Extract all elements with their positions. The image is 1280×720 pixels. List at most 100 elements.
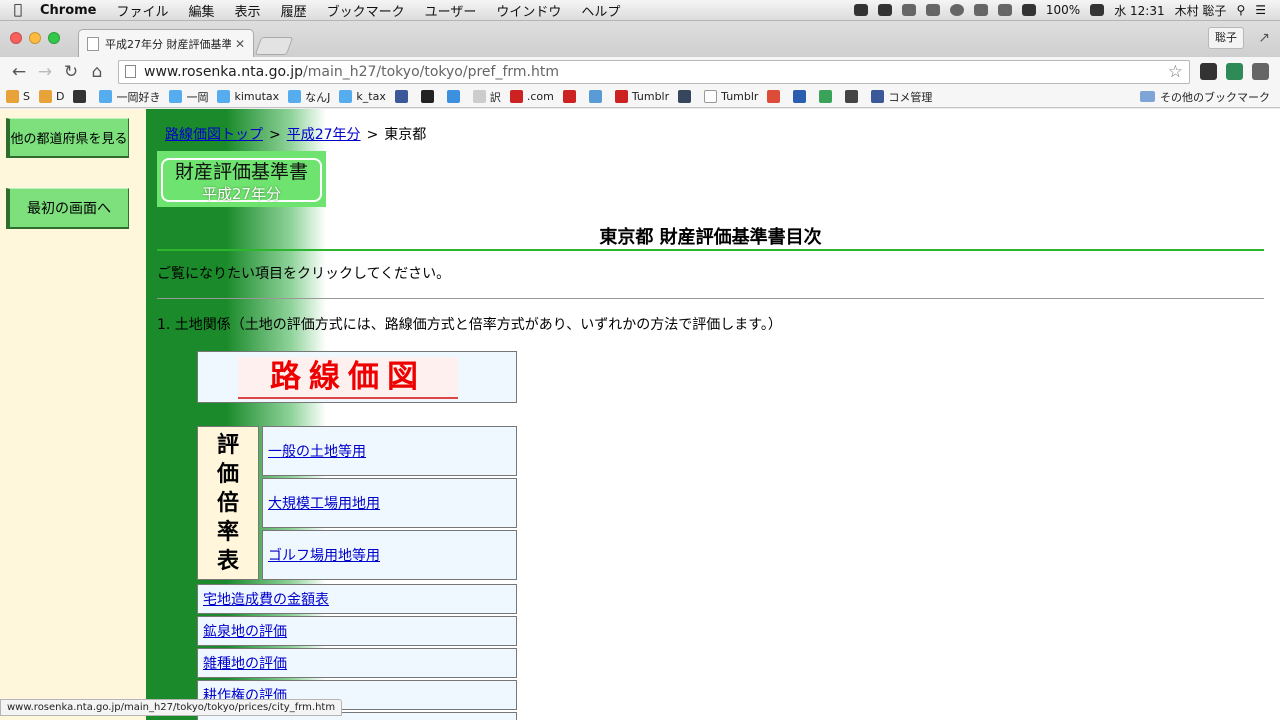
bookmark-star-icon[interactable]: ☆ xyxy=(1168,62,1183,82)
close-tab-icon[interactable]: ✕ xyxy=(235,37,245,51)
bookmark-item[interactable] xyxy=(420,90,438,103)
rate-label-char: 価 xyxy=(216,461,239,487)
rate-table-large-factory-link[interactable]: 大規模工場用地用 xyxy=(268,493,380,513)
logo-year: 平成27年分 xyxy=(201,185,282,203)
menu-edit[interactable]: 編集 xyxy=(179,1,225,20)
extension-icons xyxy=(1200,63,1269,80)
bookmark-item[interactable]: なんJ xyxy=(288,89,330,105)
minimize-window-button[interactable] xyxy=(29,32,41,44)
page-content: 他の都道府県を見る 最初の画面へ 路線価図トップ > 平成27年分 > 東京都 財産評価… xyxy=(0,109,1280,720)
bookmark-item[interactable] xyxy=(793,90,810,103)
rate-table-general-land-link[interactable]: 一般の土地等用 xyxy=(268,441,366,461)
rate-table-golf-course-link[interactable]: ゴルフ場用地等用 xyxy=(268,545,380,565)
menubar-clock[interactable]: 水 12:31 xyxy=(1114,2,1164,19)
rosenka-map-button[interactable]: 路線価図 xyxy=(238,357,458,399)
forward-arrow-icon[interactable]: → xyxy=(32,62,58,82)
chrome-tabstrip: 平成27年分 財産評価基準書 ✕ 聡子 ↗ xyxy=(0,21,1280,57)
first-screen-button[interactable]: 最初の画面へ xyxy=(6,188,129,229)
volume-icon[interactable] xyxy=(997,4,1012,16)
bookmark-item[interactable] xyxy=(819,90,836,103)
other-bookmarks-folder[interactable]: その他のブックマーク xyxy=(1140,89,1270,105)
breadcrumb-year-link[interactable]: 平成27年分 xyxy=(287,127,361,143)
divider xyxy=(157,298,1264,299)
folder-icon xyxy=(1140,91,1155,102)
bookmark-item[interactable] xyxy=(562,90,580,103)
bookmark-favicon-icon xyxy=(99,90,113,103)
new-tab-button[interactable] xyxy=(254,37,294,55)
bookmark-item[interactable]: D xyxy=(38,90,64,103)
land-development-cost-link[interactable]: 宅地造成費の金額表 xyxy=(203,589,329,609)
rate-label-char: 率 xyxy=(216,519,239,545)
mineral-spring-land-link[interactable]: 鉱泉地の評価 xyxy=(203,621,287,641)
shield-icon[interactable] xyxy=(901,4,916,16)
zoom-window-button[interactable] xyxy=(48,32,60,44)
menu-help[interactable]: ヘルプ xyxy=(571,1,630,20)
bluetooth-icon[interactable] xyxy=(925,4,940,16)
bookmark-favicon-icon xyxy=(678,90,692,103)
bookmark-item[interactable]: Tumblr xyxy=(614,90,669,103)
menu-view[interactable]: 表示 xyxy=(225,1,271,20)
tab-active[interactable]: 平成27年分 財産評価基準書 ✕ xyxy=(78,29,254,57)
breadcrumb-current: 東京都 xyxy=(384,127,427,143)
time-machine-icon[interactable] xyxy=(949,4,964,16)
other-prefectures-button[interactable]: 他の都道府県を見る xyxy=(6,118,129,158)
buffer-extension-icon[interactable] xyxy=(1200,63,1217,80)
spotlight-search-icon[interactable]: ⚲ xyxy=(1236,3,1245,17)
bookmark-favicon-icon xyxy=(509,90,523,103)
bookmark-item[interactable]: k_tax xyxy=(339,90,386,103)
bookmark-favicon-icon xyxy=(339,90,353,103)
menu-bookmarks[interactable]: ブックマーク xyxy=(317,1,415,20)
bookmark-item[interactable] xyxy=(73,90,90,103)
section-land-heading: 1. 土地関係（土地の評価方式には、路線価方式と倍率方式があり、いずれかの方法で… xyxy=(157,317,782,333)
bookmark-favicon-icon xyxy=(819,90,833,103)
close-window-button[interactable] xyxy=(10,32,22,44)
battery-icon[interactable] xyxy=(1090,4,1105,16)
profile-button[interactable]: 聡子 xyxy=(1208,27,1244,49)
back-arrow-icon[interactable]: ← xyxy=(6,62,32,82)
menu-file[interactable]: ファイル xyxy=(107,1,179,20)
bookmark-item[interactable]: S xyxy=(6,90,30,103)
bookmark-favicon-icon xyxy=(446,90,460,103)
fullscreen-icon[interactable]: ↗ xyxy=(1258,30,1270,46)
miscellaneous-land-link[interactable]: 雑種地の評価 xyxy=(203,653,287,673)
bookmark-item[interactable]: Tumblr xyxy=(704,90,758,103)
chrome-menu-icon[interactable] xyxy=(1252,63,1269,80)
breadcrumb-top-link[interactable]: 路線価図トップ xyxy=(165,127,263,143)
bookmark-item[interactable] xyxy=(845,90,862,103)
bookmark-item[interactable] xyxy=(394,90,412,103)
menu-app-chrome[interactable]: Chrome xyxy=(36,3,107,18)
rate-table-label: 評 価 倍 率 表 xyxy=(197,426,259,580)
evernote-icon[interactable] xyxy=(877,4,892,16)
rosenka-map-link-box[interactable]: 路線価図 xyxy=(197,351,517,403)
menu-user[interactable]: ユーザー xyxy=(415,1,487,20)
bookmark-item[interactable]: .com xyxy=(509,90,554,103)
bookmark-item[interactable]: 一岡 xyxy=(169,89,208,105)
bookmark-item[interactable] xyxy=(767,90,784,103)
bookmark-favicon-icon xyxy=(420,90,434,103)
apple-menu-icon[interactable]:  xyxy=(0,2,36,18)
bookmark-item[interactable]: kimutax xyxy=(217,90,279,103)
wifi-icon[interactable] xyxy=(973,4,988,16)
address-bar[interactable]: www.rosenka.nta.go.jp/main_h27/tokyo/tok… xyxy=(118,59,1190,84)
reload-icon[interactable]: ↻ xyxy=(58,62,84,82)
input-method-icon[interactable] xyxy=(1021,4,1036,16)
bookmark-item[interactable] xyxy=(588,90,606,103)
url-host: www.rosenka.nta.go.jp xyxy=(144,63,304,80)
bookmark-item[interactable] xyxy=(446,90,464,103)
menu-history[interactable]: 履歴 xyxy=(271,1,317,20)
bookmark-item[interactable]: 訳 xyxy=(472,89,501,105)
address-url[interactable]: www.rosenka.nta.go.jp/main_h27/tokyo/tok… xyxy=(144,64,1168,80)
home-icon[interactable]: ⌂ xyxy=(84,62,110,82)
menubar-user[interactable]: 木村 聡子 xyxy=(1175,2,1227,19)
bookmark-favicon-icon xyxy=(845,90,859,103)
evernote-extension-icon[interactable] xyxy=(1226,63,1243,80)
dropbox-icon[interactable] xyxy=(853,4,868,16)
notification-center-icon[interactable]: ☰ xyxy=(1255,3,1266,17)
bookmark-item[interactable]: 一岡好き xyxy=(99,89,160,105)
bookmark-favicon-icon xyxy=(288,90,302,103)
bookmark-item[interactable]: コメ管理 xyxy=(871,89,932,105)
bookmark-item[interactable] xyxy=(678,90,695,103)
list-item: 鉱泉地の評価 xyxy=(197,616,517,646)
menu-window[interactable]: ウインドウ xyxy=(486,1,571,20)
bookmark-label: kimutax xyxy=(234,90,280,103)
